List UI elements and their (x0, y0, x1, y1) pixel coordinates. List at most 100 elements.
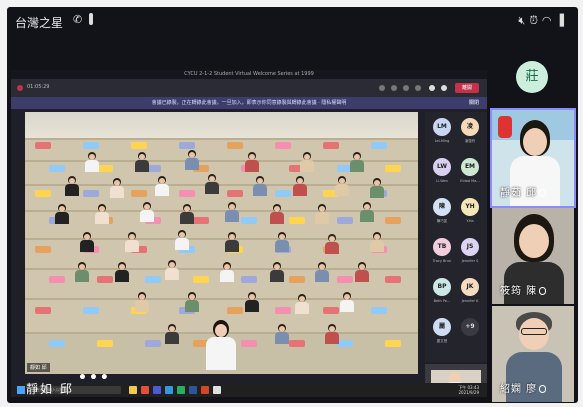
roster-avatar[interactable]: JK (461, 278, 479, 296)
meeting-toolbar: 01:05:29 離開 (11, 79, 487, 97)
roster-name: Jennifer K (461, 299, 479, 303)
roster-name: Jennifer S (461, 259, 479, 263)
roster-name: Beth Pe... (433, 299, 451, 303)
participant-roster: LM Lei-Ming 凌凌惠玲 LW Li-Wen EM Eldad Ma... 陳陳巧如 Y… (425, 112, 487, 362)
excel-icon[interactable] (177, 386, 185, 394)
student-video (275, 232, 289, 252)
seat (385, 165, 401, 172)
seat (97, 276, 113, 283)
seat (49, 165, 65, 172)
banner-dismiss-button[interactable]: 關閉 (469, 97, 479, 109)
seat (35, 246, 51, 253)
person-icon (89, 13, 93, 25)
phone-screen: 台灣之星 ✆ 🔇︎⏰︎◠▐ CYCU 2-1-2 Student Virtual… (7, 7, 578, 403)
participant-tile[interactable]: 筱筠 陳 (492, 208, 574, 304)
roster-avatar[interactable]: LW (433, 158, 451, 176)
student-video (315, 204, 329, 224)
chrome-icon[interactable] (213, 386, 221, 394)
teams-icon[interactable] (153, 386, 161, 394)
people-icon[interactable] (391, 85, 397, 91)
student-video (185, 292, 199, 312)
student-video (275, 324, 289, 344)
roster-avatar[interactable]: LM (433, 118, 451, 136)
seat (145, 340, 161, 347)
student-video (370, 178, 384, 198)
seat (275, 307, 291, 314)
seat (385, 276, 401, 283)
windows-start-icon[interactable] (17, 386, 25, 394)
edge-icon[interactable] (165, 386, 173, 394)
file-explorer-icon[interactable] (129, 386, 137, 394)
student-video (370, 232, 384, 252)
roster-avatar[interactable]: 麗 (433, 318, 451, 336)
student-video (140, 202, 154, 222)
roster-avatar[interactable]: +9 (461, 318, 479, 336)
seat (289, 276, 305, 283)
participant-name: 筱筠 陳 (500, 282, 547, 297)
window-title: CYCU 2-1-2 Student Virtual Welcome Serie… (11, 70, 487, 79)
seat (179, 142, 195, 149)
seat (371, 307, 387, 314)
roster-name: 麗文慧 (436, 339, 448, 343)
student-video (165, 324, 179, 344)
student-video (295, 294, 309, 314)
current-speaker-name: 靜如 邱 (26, 382, 74, 396)
seat (337, 340, 353, 347)
seat (241, 276, 257, 283)
student-video (245, 292, 259, 312)
student-video (135, 292, 149, 312)
seat (83, 190, 99, 197)
seat (241, 340, 257, 347)
student-video (220, 262, 234, 282)
participant-tile[interactable]: 紹嫻 廖 (492, 306, 574, 402)
self-avatar[interactable]: 莊 (516, 61, 548, 93)
leave-button[interactable]: 離開 (455, 83, 479, 93)
roster-avatar[interactable]: BP (433, 278, 451, 296)
powerpoint-icon[interactable] (201, 386, 209, 394)
roster-avatar[interactable]: 陳 (433, 198, 451, 216)
roster-avatar[interactable]: 凌 (461, 118, 479, 136)
student-video (350, 152, 364, 172)
student-video (55, 204, 69, 224)
word-icon[interactable] (189, 386, 197, 394)
roster-avatar[interactable]: TB (433, 238, 451, 256)
seat (323, 142, 339, 149)
student-video (253, 176, 267, 196)
more-icon[interactable] (415, 85, 421, 91)
participant-name: 紹嫻 廖 (500, 380, 547, 395)
student-video (155, 176, 169, 196)
roster-avatar[interactable]: EM (461, 158, 479, 176)
student-video (65, 176, 79, 196)
meeting-timer: 01:05:29 (27, 84, 50, 90)
seat (275, 142, 291, 149)
app-icon[interactable] (141, 386, 149, 394)
reactions-icon[interactable] (403, 85, 409, 91)
participant-tile[interactable]: 靜茹 邱 (490, 108, 576, 208)
student-video (85, 152, 99, 172)
student-video (115, 262, 129, 282)
shared-screen: CYCU 2-1-2 Student Virtual Welcome Serie… (11, 70, 487, 397)
mic-icon[interactable] (441, 85, 447, 91)
roster-avatar[interactable]: YH (461, 198, 479, 216)
seat (49, 276, 65, 283)
student-video (125, 232, 139, 252)
seat (227, 307, 243, 314)
seat (35, 307, 51, 314)
student-video (180, 204, 194, 224)
seat (275, 190, 291, 197)
seat (97, 340, 113, 347)
roster-avatar[interactable]: JS (461, 238, 479, 256)
camera-icon[interactable] (429, 85, 435, 91)
seat (97, 165, 113, 172)
recording-banner: 會議已錄製，正在轉錄此會議，一旦加入，即表示你同意錄製與轉錄此會議 · 隱私權聲… (11, 97, 487, 109)
chat-icon[interactable] (379, 85, 385, 91)
seat (193, 276, 209, 283)
together-mode-classroom: 靜如 邱 (25, 112, 418, 374)
seat (323, 307, 339, 314)
seat (131, 190, 147, 197)
more-options-icon[interactable]: ••• (78, 370, 111, 386)
student-video (325, 324, 339, 344)
mute-icon: 🔇︎ (518, 14, 530, 27)
mic-icon (539, 189, 547, 197)
seat (385, 340, 401, 347)
